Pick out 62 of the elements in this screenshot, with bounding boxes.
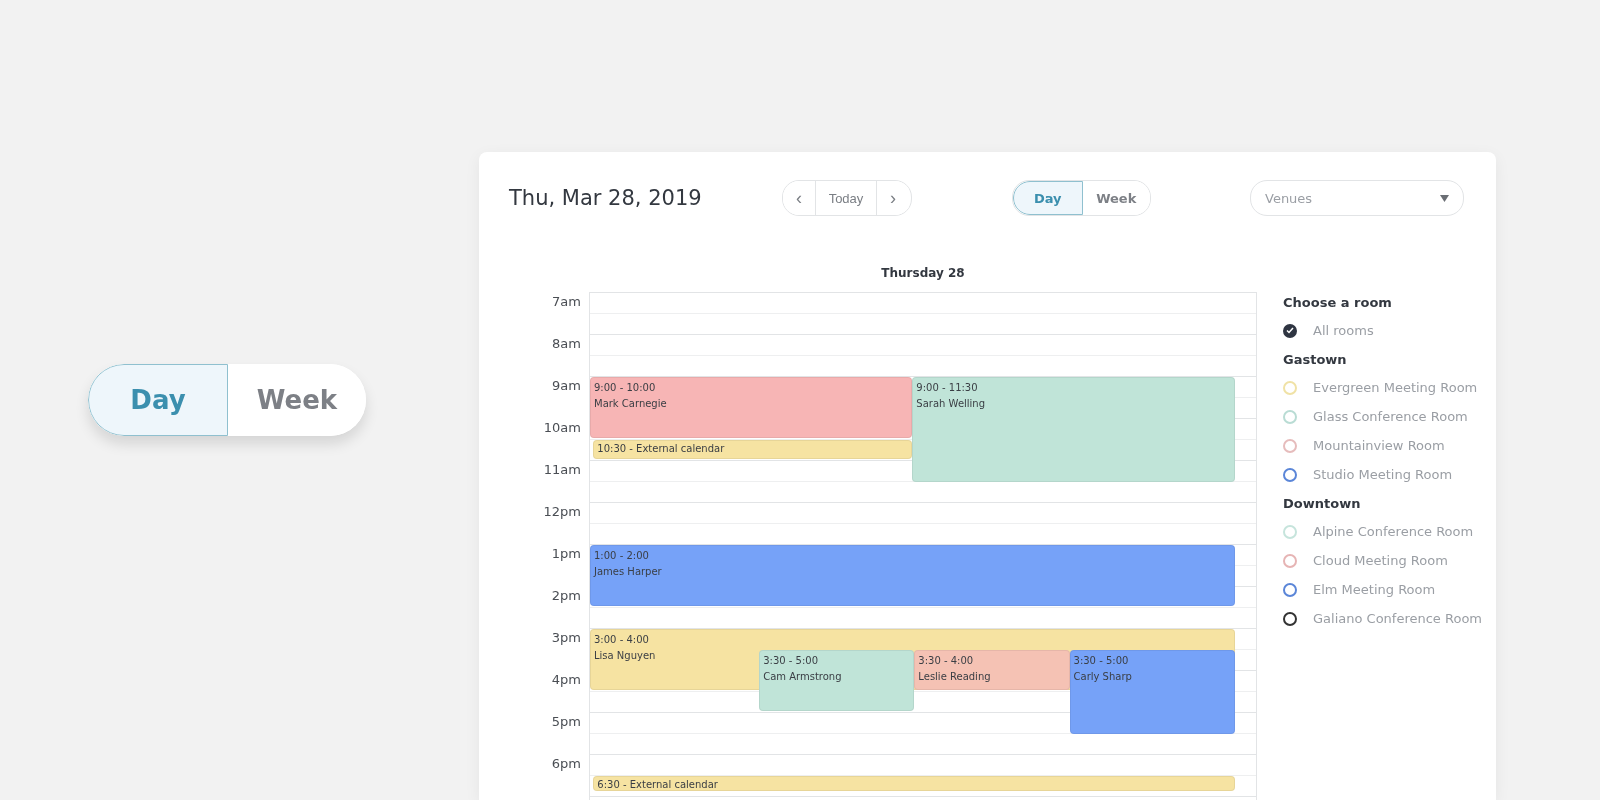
view-toggle-option[interactable]: Day (88, 364, 228, 436)
hour-label: 7am (552, 293, 581, 311)
event-name: Carly Sharp (1073, 670, 1132, 684)
hour-label: 10am (543, 419, 581, 437)
radio-button[interactable] (1283, 611, 1297, 626)
event-name: Leslie Reading (918, 670, 991, 684)
today-button[interactable]: Today (815, 181, 877, 215)
external-calendar-event[interactable]: 6:30 - External calendar (593, 776, 1235, 791)
event-name: Cam Armstrong (763, 670, 842, 684)
rooms-heading: Choose a room (1283, 293, 1393, 312)
room-option[interactable]: All rooms (1283, 316, 1482, 345)
hour-label: 9am (552, 377, 581, 395)
caret-icon (1440, 194, 1449, 202)
room-option[interactable]: Studio Meeting Room (1283, 460, 1482, 489)
hour-label: 6pm (551, 755, 581, 773)
radio-button[interactable] (1283, 553, 1297, 568)
hour-label: 11am (543, 461, 581, 479)
calendar-event[interactable]: 3:30 - 5:00 Carly Sharp (1069, 650, 1235, 734)
location-heading: Gastown (1283, 350, 1348, 369)
venues-dropdown[interactable]: Venues (1250, 180, 1464, 216)
radio-button[interactable] (1283, 467, 1297, 482)
calendar-event[interactable]: 9:00 - 10:00 Mark Carnegie (590, 377, 913, 438)
event-time: 3:30 - 4:00 (918, 654, 974, 668)
room-option[interactable]: Glass Conference Room (1283, 402, 1482, 431)
event-name: James Harper (594, 565, 662, 579)
event-time: 3:00 - 4:00 (594, 633, 649, 647)
hour-label: 2pm (551, 587, 581, 605)
event-name: Lisa Nguyen (594, 649, 656, 663)
room-option[interactable]: Mountainview Room (1283, 431, 1482, 460)
hour-label: 12pm (543, 503, 581, 521)
room-option[interactable]: Cloud Meeting Room (1283, 546, 1482, 575)
check-icon (1286, 327, 1294, 334)
view-toggle-option[interactable]: Week (228, 364, 366, 436)
event-time: 1:00 - 2:00 (594, 549, 649, 563)
hour-label: 5pm (551, 713, 581, 731)
hour-label: 3pm (551, 629, 581, 647)
external-calendar-event[interactable]: 10:30 - External calendar (593, 440, 913, 459)
calendar-event[interactable]: 3:30 - 5:00 Cam Armstrong (759, 650, 914, 711)
calendar-event[interactable]: 9:00 - 11:30 Sarah Welling (912, 377, 1235, 482)
view-tab[interactable]: Day (1013, 181, 1083, 215)
hour-label: 1pm (551, 545, 581, 563)
room-option[interactable]: Elm Meeting Room (1283, 575, 1482, 604)
room-option[interactable]: Galiano Conference Room (1283, 604, 1482, 633)
hour-label: 4pm (551, 671, 581, 689)
event-time: 3:30 - 5:00 (1073, 654, 1129, 668)
calendar-event[interactable]: 3:30 - 4:00 Leslie Reading (914, 650, 1070, 690)
room-option[interactable]: Alpine Conference Room (1283, 517, 1482, 546)
event-time: 3:30 - 5:00 (763, 654, 819, 668)
radio-button[interactable] (1283, 323, 1297, 338)
room-option[interactable]: Evergreen Meeting Room (1283, 373, 1482, 402)
event-name: Sarah Welling (916, 397, 986, 411)
radio-button[interactable] (1283, 582, 1297, 597)
event-label: 10:30 - External calendar (597, 442, 725, 456)
event-time: 9:00 - 10:00 (594, 381, 656, 395)
calendar-event[interactable]: 1:00 - 2:00 James Harper (590, 545, 1235, 606)
hour-label: 8am (552, 335, 581, 353)
current-date: Thu, Mar 28, 2019 (509, 186, 703, 210)
event-label: 6:30 - External calendar (597, 778, 718, 790)
event-name: Mark Carnegie (594, 397, 667, 411)
location-heading: Downtown (1283, 494, 1362, 513)
event-time: 9:00 - 11:30 (916, 381, 978, 395)
day-heading: Thursday 28 (880, 266, 966, 280)
